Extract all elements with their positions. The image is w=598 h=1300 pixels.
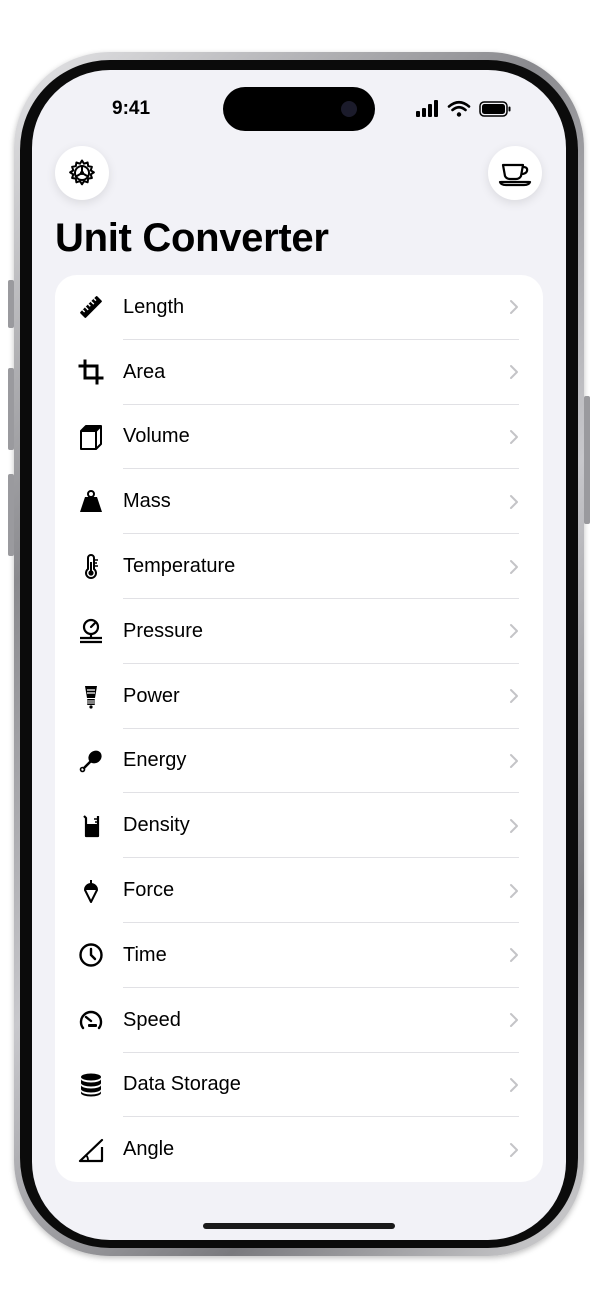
list-item-label: Time	[123, 943, 167, 966]
battery-icon	[479, 101, 511, 117]
list-item-power[interactable]: Power	[55, 664, 543, 729]
chevron-right-icon	[510, 1077, 518, 1092]
chevron-right-icon	[510, 818, 518, 833]
list-item-mass[interactable]: Mass	[55, 469, 543, 535]
chevron-right-icon	[510, 494, 518, 509]
list-item-label: Angle	[123, 1138, 175, 1161]
dynamic-island	[223, 87, 375, 131]
crop-icon	[77, 358, 105, 386]
list-item-label: Density	[123, 814, 190, 837]
list-item-label: Speed	[123, 1008, 181, 1031]
cellular-signal-icon	[416, 100, 438, 117]
list-item-temperature[interactable]: Temperature	[55, 534, 543, 599]
action-button	[8, 280, 14, 328]
list-item-volume[interactable]: Volume	[55, 405, 543, 470]
volume-down-button	[8, 474, 14, 556]
angle-icon	[77, 1136, 105, 1164]
list-item-label: Length	[123, 295, 185, 318]
list-item-label: Area	[123, 360, 166, 383]
chevron-right-icon	[510, 429, 518, 444]
list-item-time[interactable]: Time	[55, 923, 543, 988]
gear-icon	[69, 159, 95, 186]
list-item-force[interactable]: Force	[55, 858, 543, 923]
wifi-icon	[447, 100, 471, 117]
list-item-speed[interactable]: Speed	[55, 988, 543, 1053]
list-item-length[interactable]: Length	[55, 275, 543, 340]
list-item-label: Power	[123, 684, 180, 707]
page-title: Unit Converter	[55, 216, 329, 260]
ruler-icon	[77, 293, 105, 321]
power-button	[584, 396, 590, 524]
chevron-right-icon	[510, 300, 518, 315]
list-item-data-storage[interactable]: Data Storage	[55, 1053, 543, 1118]
list-item-density[interactable]: Density	[55, 793, 543, 859]
list-item-label: Data Storage	[123, 1073, 241, 1096]
list-item-area[interactable]: Area	[55, 340, 543, 405]
chevron-right-icon	[510, 883, 518, 898]
list-item-label: Temperature	[123, 555, 236, 578]
category-list: Length Area Volume Mass Temperature Pres…	[55, 275, 543, 1182]
plumb-bob-icon	[77, 877, 105, 905]
chevron-right-icon	[510, 689, 518, 704]
list-item-label: Force	[123, 879, 175, 902]
settings-button[interactable]	[55, 146, 109, 200]
camera-icon	[341, 101, 357, 117]
app-screen: 9:41 Unit Converter Length Area Volume M…	[32, 70, 566, 1240]
clock-icon	[77, 941, 105, 969]
chevron-right-icon	[510, 559, 518, 574]
cube-icon	[77, 423, 105, 451]
scale-weight-icon	[77, 488, 105, 516]
list-item-label: Mass	[123, 490, 171, 513]
status-time: 9:41	[112, 98, 151, 119]
chevron-right-icon	[510, 1142, 518, 1157]
coffee-cup-icon	[498, 163, 532, 187]
list-item-angle[interactable]: Angle	[55, 1117, 543, 1182]
chevron-right-icon	[510, 365, 518, 380]
list-item-pressure[interactable]: Pressure	[55, 599, 543, 664]
list-item-label: Pressure	[123, 619, 204, 642]
thermometer-icon	[77, 553, 105, 581]
list-item-energy[interactable]: Energy	[55, 729, 543, 794]
tip-jar-button[interactable]	[488, 146, 542, 200]
status-icons	[416, 100, 514, 117]
home-indicator[interactable]	[203, 1223, 395, 1229]
pressure-gauge-icon	[77, 617, 105, 645]
light-bulb-icon	[77, 682, 105, 710]
beaker-icon	[77, 812, 105, 840]
speedometer-icon	[77, 1006, 105, 1034]
database-icon	[77, 1071, 105, 1099]
chevron-right-icon	[510, 948, 518, 963]
drumstick-icon	[77, 747, 105, 775]
volume-up-button	[8, 368, 14, 450]
list-item-label: Energy	[123, 749, 187, 772]
chevron-right-icon	[510, 624, 518, 639]
chevron-right-icon	[510, 753, 518, 768]
chevron-right-icon	[510, 1013, 518, 1028]
list-item-label: Volume	[123, 425, 190, 448]
